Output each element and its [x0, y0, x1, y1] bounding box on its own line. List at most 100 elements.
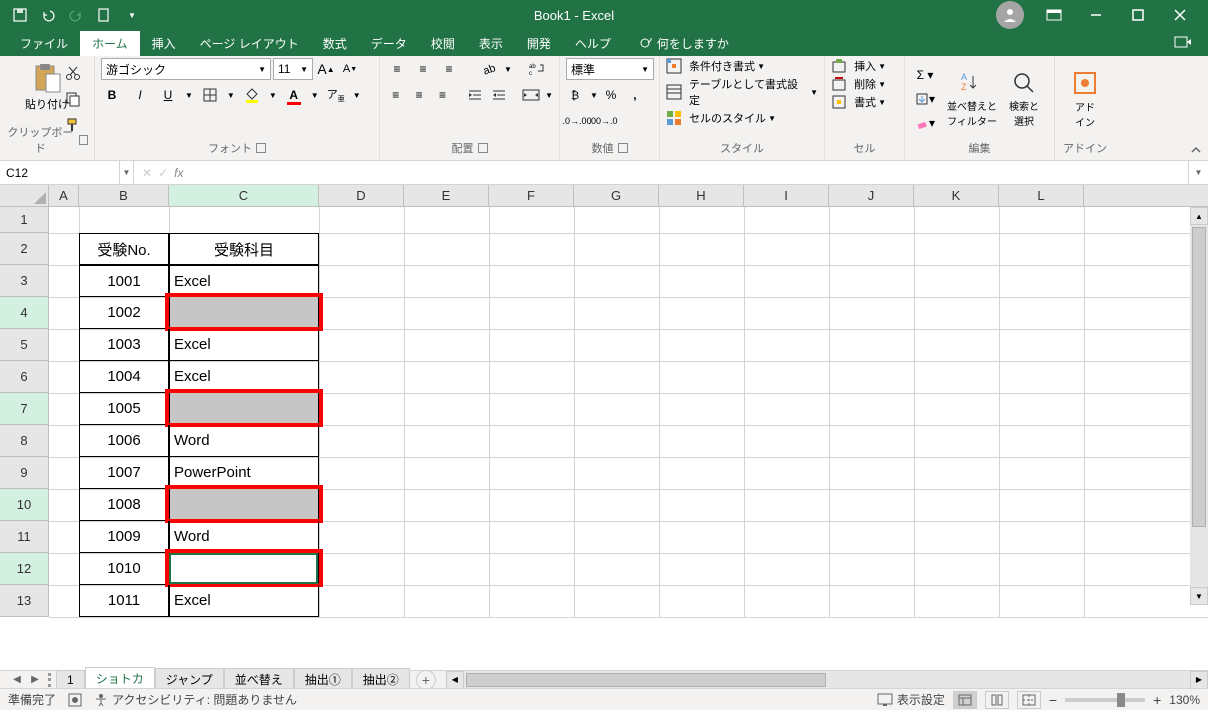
row-header-7[interactable]: 7 [0, 393, 49, 425]
orientation-button[interactable]: ab [478, 58, 500, 80]
display-settings-button[interactable]: 表示設定 [877, 691, 945, 708]
align-left-button[interactable]: ≡ [386, 84, 405, 106]
col-header-I[interactable]: I [744, 185, 829, 206]
currency-button[interactable]: ₿ [566, 84, 588, 106]
font-color-dropdown[interactable]: ▼ [311, 91, 319, 100]
tab-校閲[interactable]: 校閲 [419, 31, 467, 56]
minimize-button[interactable] [1076, 1, 1116, 29]
tab-表示[interactable]: 表示 [467, 31, 515, 56]
tab-ファイル[interactable]: ファイル [8, 31, 80, 56]
col-header-K[interactable]: K [914, 185, 999, 206]
sheet-tab-抽出②[interactable]: 抽出② [352, 668, 410, 690]
cell-C7[interactable] [169, 393, 319, 425]
align-middle-button[interactable]: ≡ [412, 58, 434, 80]
sheet-nav-next[interactable]: ▶ [26, 671, 44, 689]
clear-button[interactable]: ▾ [911, 112, 939, 134]
align-center-button[interactable]: ≡ [409, 84, 428, 106]
tab-挿入[interactable]: 挿入 [140, 31, 188, 56]
sheet-tab-並べ替え[interactable]: 並べ替え [224, 668, 294, 690]
align-top-button[interactable]: ≡ [386, 58, 408, 80]
cell-styles-button[interactable]: セルのスタイル ▼ [666, 110, 818, 126]
align-bottom-button[interactable]: ≡ [438, 58, 460, 80]
share-icon[interactable] [1174, 34, 1192, 50]
tell-me-input[interactable]: 何をしますか [633, 31, 735, 56]
cell-C11[interactable]: Word [169, 521, 319, 553]
decrease-decimal-button[interactable]: .00→.0 [592, 110, 614, 132]
expand-formula-button[interactable]: ▼ [1188, 161, 1208, 184]
row-header-4[interactable]: 4 [0, 297, 49, 329]
delete-cells-button[interactable]: 削除 ▼ [831, 76, 898, 92]
orientation-dropdown[interactable]: ▼ [504, 65, 512, 74]
cell-B6[interactable]: 1004 [79, 361, 169, 393]
zoom-out-button[interactable]: − [1049, 692, 1057, 708]
font-size-combo[interactable]: 11▼ [273, 58, 313, 80]
vscroll-up-button[interactable]: ▲ [1190, 207, 1208, 225]
row-header-13[interactable]: 13 [0, 585, 49, 617]
horizontal-scrollbar[interactable]: ◀ ▶ [446, 671, 1208, 688]
number-dialog-launcher[interactable] [618, 143, 628, 153]
underline-button[interactable]: U [157, 84, 179, 106]
align-dialog-launcher[interactable] [478, 143, 488, 153]
row-header-3[interactable]: 3 [0, 265, 49, 297]
increase-indent-button[interactable] [489, 84, 508, 106]
cut-button[interactable] [62, 62, 84, 84]
cell-C9[interactable]: PowerPoint [169, 457, 319, 489]
collapse-ribbon-button[interactable] [1190, 144, 1202, 156]
spreadsheet-cells[interactable]: 受験No.受験科目1001Excel10021003Excel1004Excel… [49, 207, 1208, 617]
enter-formula-button[interactable]: ✓ [158, 166, 168, 180]
page-break-view-button[interactable] [1017, 691, 1041, 709]
cell-B5[interactable]: 1003 [79, 329, 169, 361]
vscroll-thumb[interactable] [1192, 227, 1206, 527]
italic-button[interactable]: I [129, 84, 151, 106]
underline-dropdown[interactable]: ▼ [185, 91, 193, 100]
cell-C2[interactable]: 受験科目 [169, 233, 319, 265]
close-button[interactable] [1160, 1, 1200, 29]
fill-dropdown[interactable]: ▼ [269, 91, 277, 100]
bold-button[interactable]: B [101, 84, 123, 106]
zoom-slider-thumb[interactable] [1117, 693, 1125, 707]
cancel-formula-button[interactable]: ✕ [142, 166, 152, 180]
formula-bar-input[interactable] [191, 161, 1188, 184]
accessibility-status[interactable]: アクセシビリティ: 問題ありません [94, 691, 297, 708]
cell-B4[interactable]: 1002 [79, 297, 169, 329]
currency-dropdown[interactable]: ▼ [590, 91, 598, 100]
cell-B7[interactable]: 1005 [79, 393, 169, 425]
font-dialog-launcher[interactable] [256, 143, 266, 153]
border-dropdown[interactable]: ▼ [227, 91, 235, 100]
sheet-tab-ジャンプ[interactable]: ジャンプ [155, 668, 224, 690]
row-header-8[interactable]: 8 [0, 425, 49, 457]
col-header-L[interactable]: L [999, 185, 1084, 206]
tab-ホーム[interactable]: ホーム [80, 31, 140, 56]
name-box[interactable]: C12 [0, 161, 120, 184]
addins-button[interactable]: アド イン [1067, 65, 1103, 133]
vertical-scrollbar[interactable]: ▲ ▼ [1190, 207, 1208, 605]
merge-button[interactable] [522, 84, 541, 106]
new-file-button[interactable] [92, 3, 116, 27]
increase-decimal-button[interactable]: .0→.00 [566, 110, 588, 132]
cell-B8[interactable]: 1006 [79, 425, 169, 457]
sheet-tab-抽出①[interactable]: 抽出① [294, 668, 352, 690]
insert-cells-button[interactable]: 挿入 ▼ [831, 58, 898, 74]
copy-button[interactable] [62, 88, 84, 110]
format-cells-button[interactable]: 書式 ▼ [831, 94, 898, 110]
undo-button[interactable] [36, 3, 60, 27]
cell-B12[interactable]: 1010 [79, 553, 169, 585]
format-painter-button[interactable] [62, 114, 84, 136]
cell-B10[interactable]: 1008 [79, 489, 169, 521]
redo-button[interactable] [64, 3, 88, 27]
wrap-text-button[interactable]: abc [526, 58, 548, 80]
col-header-G[interactable]: G [574, 185, 659, 206]
cell-C13[interactable]: Excel [169, 585, 319, 617]
page-layout-view-button[interactable] [985, 691, 1009, 709]
find-select-button[interactable]: 検索と 選択 [1005, 66, 1043, 132]
ribbon-display-button[interactable] [1034, 1, 1074, 29]
font-name-combo[interactable]: 游ゴシック▼ [101, 58, 271, 80]
zoom-in-button[interactable]: + [1153, 692, 1161, 708]
col-header-A[interactable]: A [49, 185, 79, 206]
save-button[interactable] [8, 3, 32, 27]
qat-dropdown[interactable]: ▼ [120, 3, 144, 27]
name-box-dropdown[interactable]: ▼ [120, 161, 134, 184]
cell-C12[interactable] [169, 553, 319, 585]
user-avatar[interactable] [996, 1, 1024, 29]
font-color-button[interactable]: A [283, 84, 305, 106]
